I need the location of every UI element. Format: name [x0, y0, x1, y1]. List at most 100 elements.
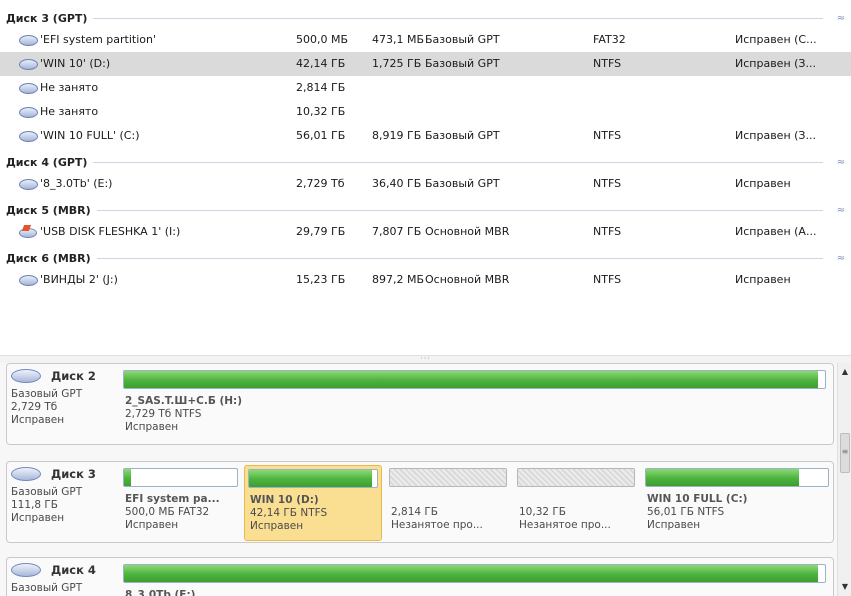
volume-name-cell: 'USB DISK FLESHKA 1' (I:)	[18, 220, 278, 244]
disk-card[interactable]: Диск 4 Базовый GPT 8_3.0Tb (E:)	[6, 557, 834, 596]
unallocated-bar	[389, 468, 507, 487]
hard-disk-icon	[11, 563, 41, 577]
collapse-icon[interactable]: ≈	[831, 205, 851, 216]
volume-capacity-cell: 2,814 ГБ	[296, 81, 346, 94]
volume-name: 'USB DISK FLESHKA 1' (I:)	[40, 225, 181, 238]
group-header[interactable]: Диск 5 (MBR) ≈	[0, 200, 851, 220]
group-divider	[93, 161, 823, 163]
usage-bar	[123, 564, 826, 583]
splitter-grip-icon: ···	[420, 354, 431, 363]
partition-text: 8_3.0Tb (E:)	[125, 589, 826, 596]
group-header[interactable]: Диск 6 (MBR) ≈	[0, 248, 851, 268]
disk-info: Диск 2 Базовый GPT 2,729 Тб Исправен	[9, 366, 123, 446]
partition-block[interactable]: WIN 10 FULL (C:) 56,01 ГБ NTFS Исправен	[642, 465, 832, 541]
partition-block[interactable]: EFI system pa... 500,0 МБ FAT32 Исправен	[120, 465, 241, 541]
partition-status: Незанятое про...	[391, 519, 483, 531]
collapse-icon[interactable]: ≈	[831, 13, 851, 24]
disk-card[interactable]: Диск 3 Базовый GPT 111,8 ГБ Исправен EFI sys…	[6, 461, 834, 543]
partition-name: 8_3.0Tb (E:)	[125, 589, 196, 596]
volume-type-cell: Базовый GPT	[425, 57, 500, 70]
volume-row[interactable]: 'USB DISK FLESHKA 1' (I:) 29,79 ГБ 7,807 Г…	[0, 220, 851, 244]
volume-name-cell: 'ВИНДЫ 2' (J:)	[18, 268, 278, 292]
partition-name: WIN 10 (D:)	[250, 494, 319, 506]
volume-name: 'ВИНДЫ 2' (J:)	[40, 273, 118, 286]
group-header[interactable]: Диск 3 (GPT) ≈	[0, 8, 851, 28]
volume-status-cell: Исправен (А...	[735, 225, 817, 238]
partition-status: Исправен	[125, 421, 179, 433]
volume-type-cell	[425, 100, 575, 124]
disk-icon	[18, 58, 38, 70]
partition-block[interactable]: WIN 10 (D:) 42,14 ГБ NTFS Исправен	[244, 465, 382, 541]
disk-meta-line: Исправен	[11, 414, 65, 426]
partition-text: 2_SAS.T.Ш+С.Б (H:) 2,729 Тб NTFS Исправен	[125, 395, 826, 434]
volume-fs-cell: NTFS	[593, 273, 622, 286]
volume-row[interactable]: 'EFI system partition' 500,0 МБ 473,1 МБ Ба…	[0, 28, 851, 52]
volume-row[interactable]: 'ВИНДЫ 2' (J:) 15,23 ГБ 897,2 МБ Основной M…	[0, 268, 851, 292]
volume-row[interactable]: 'WIN 10 FULL' (C:) 56,01 ГБ 8,919 ГБ Базовы…	[0, 124, 851, 148]
volume-fs-cell: FAT32	[593, 33, 626, 46]
disk-map-scrollbar[interactable]: ▲ ≡ ▼	[837, 363, 851, 596]
volume-type-cell: Базовый GPT	[425, 33, 500, 46]
disk-meta-line: 2,729 Тб	[11, 401, 58, 413]
disk-title: Диск 3	[9, 464, 123, 484]
usage-bar	[248, 469, 378, 488]
partition-size: 42,14 ГБ NTFS	[250, 507, 328, 519]
volume-row[interactable]: '8_3.0Tb' (E:) 2,729 Тб 36,40 ГБ Базовый GP…	[0, 172, 851, 196]
volume-capacity-cell: 10,32 ГБ	[296, 105, 346, 118]
scroll-down-icon[interactable]: ▼	[838, 580, 851, 594]
volume-name-cell: Не занято	[18, 100, 278, 124]
group-header[interactable]: Диск 4 (GPT) ≈	[0, 152, 851, 172]
partition-block[interactable]: 2,814 ГБ Незанятое про...	[386, 465, 510, 541]
partition-text: WIN 10 FULL (C:) 56,01 ГБ NTFS Исправен	[647, 493, 829, 532]
scroll-up-icon[interactable]: ▲	[838, 365, 851, 379]
volume-name-cell: 'WIN 10 FULL' (C:)	[18, 124, 278, 148]
disk-card[interactable]: Диск 2 Базовый GPT 2,729 Тб Исправен 2_SAS.T…	[6, 363, 834, 445]
hard-disk-icon	[11, 369, 41, 383]
group-title: Диск 4 (GPT)	[6, 155, 88, 169]
volume-type-cell: Базовый GPT	[425, 177, 500, 190]
volume-fs-cell: NTFS	[593, 57, 622, 70]
volume-fs-cell: NTFS	[593, 225, 622, 238]
volume-capacity-cell: 56,01 ГБ	[296, 129, 346, 142]
partition-block[interactable]: 10,32 ГБ Незанятое про...	[514, 465, 638, 541]
disk-icon	[18, 106, 38, 118]
collapse-icon[interactable]: ≈	[831, 157, 851, 168]
volume-row[interactable]: Не занято 2,814 ГБ	[0, 76, 851, 100]
volume-fs-cell: NTFS	[593, 129, 622, 142]
volume-capacity-cell: 500,0 МБ	[296, 33, 349, 46]
collapse-icon[interactable]: ≈	[831, 253, 851, 264]
usage-fill	[124, 371, 818, 388]
volume-capacity-cell: 15,23 ГБ	[296, 273, 346, 286]
group-divider	[93, 17, 823, 19]
disk-map: Диск 2 Базовый GPT 2,729 Тб Исправен 2_SAS.T…	[0, 363, 851, 596]
volume-row[interactable]: Не занято 10,32 ГБ	[0, 100, 851, 124]
volume-capacity-cell: 42,14 ГБ	[296, 57, 346, 70]
scroll-thumb[interactable]: ≡	[840, 433, 850, 473]
volume-status-cell: Исправен (З...	[735, 129, 816, 142]
volume-status-cell: Исправен (С...	[735, 33, 817, 46]
volume-row[interactable]: 'WIN 10' (D:) 42,14 ГБ 1,725 ГБ Базовый GPT…	[0, 52, 851, 76]
partition-size: 56,01 ГБ NTFS	[647, 506, 725, 518]
partition-text: EFI system pa... 500,0 МБ FAT32 Исправен	[125, 493, 238, 532]
disk-meta-line: Базовый GPT	[11, 486, 83, 498]
partition-size: 2,729 Тб NTFS	[125, 408, 202, 420]
partition-block[interactable]: 2_SAS.T.Ш+С.Б (H:) 2,729 Тб NTFS Исправен	[120, 367, 829, 443]
volume-name-cell: 'WIN 10' (D:)	[18, 52, 278, 76]
volume-name: Не занято	[40, 105, 99, 118]
partition-status: Исправен	[250, 520, 304, 532]
group-divider	[96, 257, 823, 259]
usage-bar	[123, 468, 238, 487]
volume-list: Диск 3 (GPT) ≈ 'EFI system partition' 500,0…	[0, 0, 851, 355]
volume-free-cell	[372, 100, 432, 124]
disk-icon	[18, 34, 38, 46]
panel-splitter[interactable]: ···	[0, 355, 851, 363]
volume-fs-cell	[593, 76, 673, 100]
volume-status-cell: Исправен (З...	[735, 57, 816, 70]
partition-block[interactable]: 8_3.0Tb (E:)	[120, 561, 829, 596]
volume-name-cell: 'EFI system partition'	[18, 28, 278, 52]
hard-disk-icon	[11, 467, 41, 481]
disk-icon	[18, 130, 38, 142]
disk-info: Диск 3 Базовый GPT 111,8 ГБ Исправен	[9, 464, 123, 544]
volume-status-cell: Исправен	[735, 177, 791, 190]
partition-name: 2_SAS.T.Ш+С.Б (H:)	[125, 395, 243, 407]
